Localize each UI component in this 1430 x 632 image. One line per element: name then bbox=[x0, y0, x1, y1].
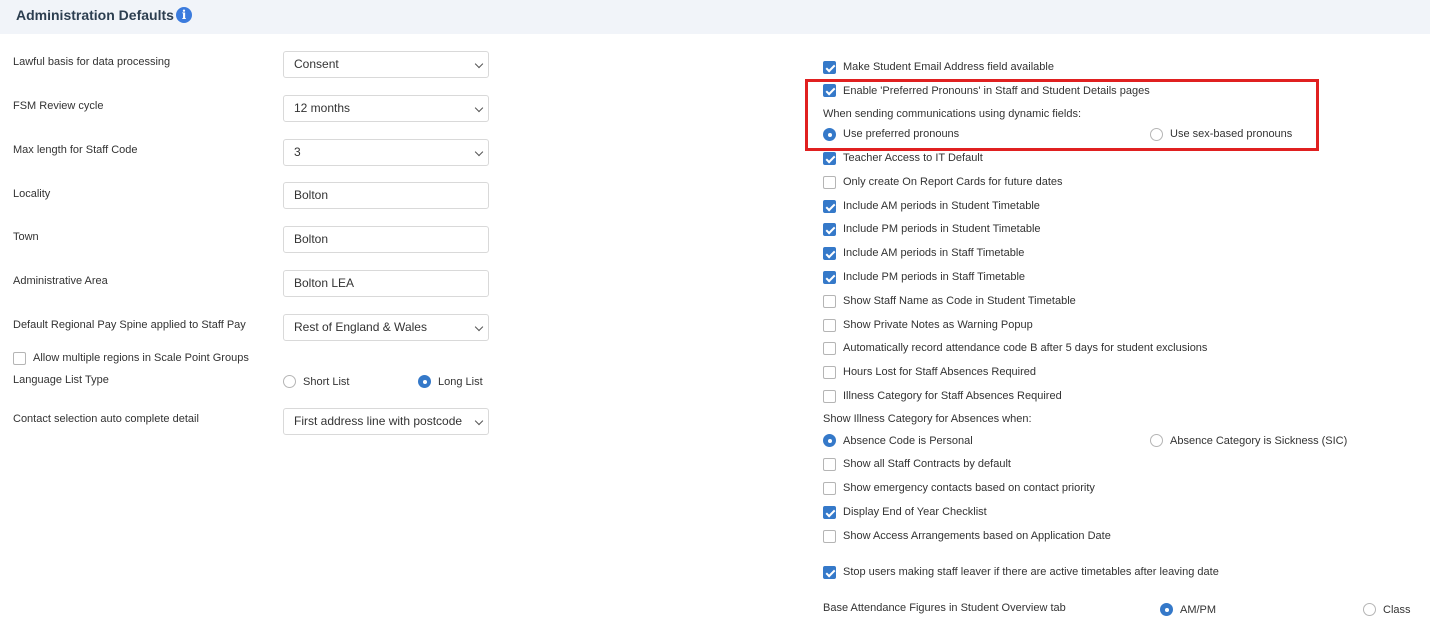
info-icon[interactable]: i bbox=[176, 7, 192, 23]
illness-category-required-checkbox[interactable] bbox=[823, 390, 836, 403]
town-label: Town bbox=[13, 231, 39, 243]
private-notes-popup-label: Show Private Notes as Warning Popup bbox=[843, 319, 1033, 331]
pm-student-timetable-checkbox[interactable] bbox=[823, 223, 836, 236]
language-short-list-radio[interactable] bbox=[283, 375, 296, 388]
admin-area-input[interactable]: Bolton LEA bbox=[283, 270, 489, 297]
fsm-review-label: FSM Review cycle bbox=[13, 100, 104, 112]
staff-code-max-select[interactable]: 3 bbox=[283, 139, 489, 166]
pm-staff-timetable-checkbox[interactable] bbox=[823, 271, 836, 284]
on-report-cards-label: Only create On Report Cards for future d… bbox=[843, 176, 1063, 188]
illness-category-required-label: Illness Category for Staff Absences Requ… bbox=[843, 390, 1062, 402]
chevron-down-icon bbox=[474, 416, 484, 426]
pay-spine-value: Rest of England & Wales bbox=[294, 320, 427, 334]
attendance-code-b-checkbox[interactable] bbox=[823, 342, 836, 355]
fsm-review-select[interactable]: 12 months bbox=[283, 95, 489, 122]
all-staff-contracts-checkbox[interactable] bbox=[823, 458, 836, 471]
language-short-list-label: Short List bbox=[303, 376, 350, 388]
chevron-down-icon bbox=[474, 103, 484, 113]
chevron-down-icon bbox=[474, 322, 484, 332]
stop-staff-leaver-checkbox[interactable] bbox=[823, 566, 836, 579]
am-staff-timetable-checkbox[interactable] bbox=[823, 247, 836, 260]
pm-student-timetable-label: Include PM periods in Student Timetable bbox=[843, 223, 1041, 235]
base-attendance-class-label: Class bbox=[1383, 604, 1411, 616]
lawful-basis-select[interactable]: Consent bbox=[283, 51, 489, 78]
contact-autocomplete-label: Contact selection auto complete detail bbox=[13, 413, 199, 425]
am-student-timetable-label: Include AM periods in Student Timetable bbox=[843, 200, 1040, 212]
language-long-list-label: Long List bbox=[438, 376, 483, 388]
teacher-it-access-checkbox[interactable] bbox=[823, 152, 836, 165]
base-attendance-ampm-radio[interactable] bbox=[1160, 603, 1173, 616]
access-arrangements-checkbox[interactable] bbox=[823, 530, 836, 543]
absence-code-personal-radio[interactable] bbox=[823, 434, 836, 447]
end-of-year-checklist-label: Display End of Year Checklist bbox=[843, 506, 987, 518]
fsm-review-value: 12 months bbox=[294, 101, 351, 115]
hours-lost-checkbox[interactable] bbox=[823, 366, 836, 379]
student-email-checkbox[interactable] bbox=[823, 61, 836, 74]
absence-category-sickness-label: Absence Category is Sickness (SIC) bbox=[1170, 435, 1348, 447]
locality-input[interactable]: Bolton bbox=[283, 182, 489, 209]
on-report-cards-checkbox[interactable] bbox=[823, 176, 836, 189]
lawful-basis-label: Lawful basis for data processing bbox=[13, 56, 171, 68]
staff-code-max-label: Max length for Staff Code bbox=[13, 144, 138, 156]
admin-area-label: Administrative Area bbox=[13, 275, 108, 287]
highlight-annotation-box bbox=[805, 79, 1319, 151]
language-list-label: Language List Type bbox=[13, 374, 109, 386]
admin-area-value: Bolton LEA bbox=[294, 276, 355, 290]
staff-name-as-code-checkbox[interactable] bbox=[823, 295, 836, 308]
end-of-year-checklist-checkbox[interactable] bbox=[823, 506, 836, 519]
chevron-down-icon bbox=[474, 147, 484, 157]
page-header: Administration Defaults i bbox=[0, 0, 1430, 34]
pay-spine-label: Default Regional Pay Spine applied to St… bbox=[13, 319, 246, 331]
lawful-basis-value: Consent bbox=[294, 57, 339, 71]
base-attendance-label: Base Attendance Figures in Student Overv… bbox=[823, 602, 1066, 614]
student-email-label: Make Student Email Address field availab… bbox=[843, 61, 1054, 73]
am-student-timetable-checkbox[interactable] bbox=[823, 200, 836, 213]
base-attendance-class-radio[interactable] bbox=[1363, 603, 1376, 616]
am-staff-timetable-label: Include AM periods in Staff Timetable bbox=[843, 247, 1025, 259]
attendance-code-b-label: Automatically record attendance code B a… bbox=[843, 342, 1208, 354]
chevron-down-icon bbox=[474, 59, 484, 69]
contact-autocomplete-select[interactable]: First address line with postcode bbox=[283, 408, 489, 435]
private-notes-popup-checkbox[interactable] bbox=[823, 319, 836, 332]
language-long-list-radio[interactable] bbox=[418, 375, 431, 388]
multiple-regions-label: Allow multiple regions in Scale Point Gr… bbox=[33, 352, 249, 364]
locality-value: Bolton bbox=[294, 188, 329, 202]
stop-staff-leaver-label: Stop users making staff leaver if there … bbox=[843, 566, 1219, 578]
page-title: Administration Defaults bbox=[16, 7, 174, 23]
pay-spine-select[interactable]: Rest of England & Wales bbox=[283, 314, 489, 341]
absence-category-sickness-radio[interactable] bbox=[1150, 434, 1163, 447]
hours-lost-label: Hours Lost for Staff Absences Required bbox=[843, 366, 1037, 378]
absence-code-personal-label: Absence Code is Personal bbox=[843, 435, 973, 447]
staff-name-as-code-label: Show Staff Name as Code in Student Timet… bbox=[843, 295, 1076, 307]
emergency-contacts-checkbox[interactable] bbox=[823, 482, 836, 495]
all-staff-contracts-label: Show all Staff Contracts by default bbox=[843, 458, 1011, 470]
town-input[interactable]: Bolton bbox=[283, 226, 489, 253]
multiple-regions-checkbox[interactable] bbox=[13, 352, 26, 365]
base-attendance-ampm-label: AM/PM bbox=[1180, 604, 1217, 616]
emergency-contacts-label: Show emergency contacts based on contact… bbox=[843, 482, 1095, 494]
access-arrangements-label: Show Access Arrangements based on Applic… bbox=[843, 530, 1111, 542]
town-value: Bolton bbox=[294, 232, 329, 246]
locality-label: Locality bbox=[13, 188, 51, 200]
staff-code-max-value: 3 bbox=[294, 145, 301, 159]
contact-autocomplete-value: First address line with postcode bbox=[294, 414, 463, 428]
illness-category-heading: Show Illness Category for Absences when: bbox=[823, 413, 1032, 425]
teacher-it-access-label: Teacher Access to IT Default bbox=[843, 152, 983, 164]
pm-staff-timetable-label: Include PM periods in Staff Timetable bbox=[843, 271, 1026, 283]
